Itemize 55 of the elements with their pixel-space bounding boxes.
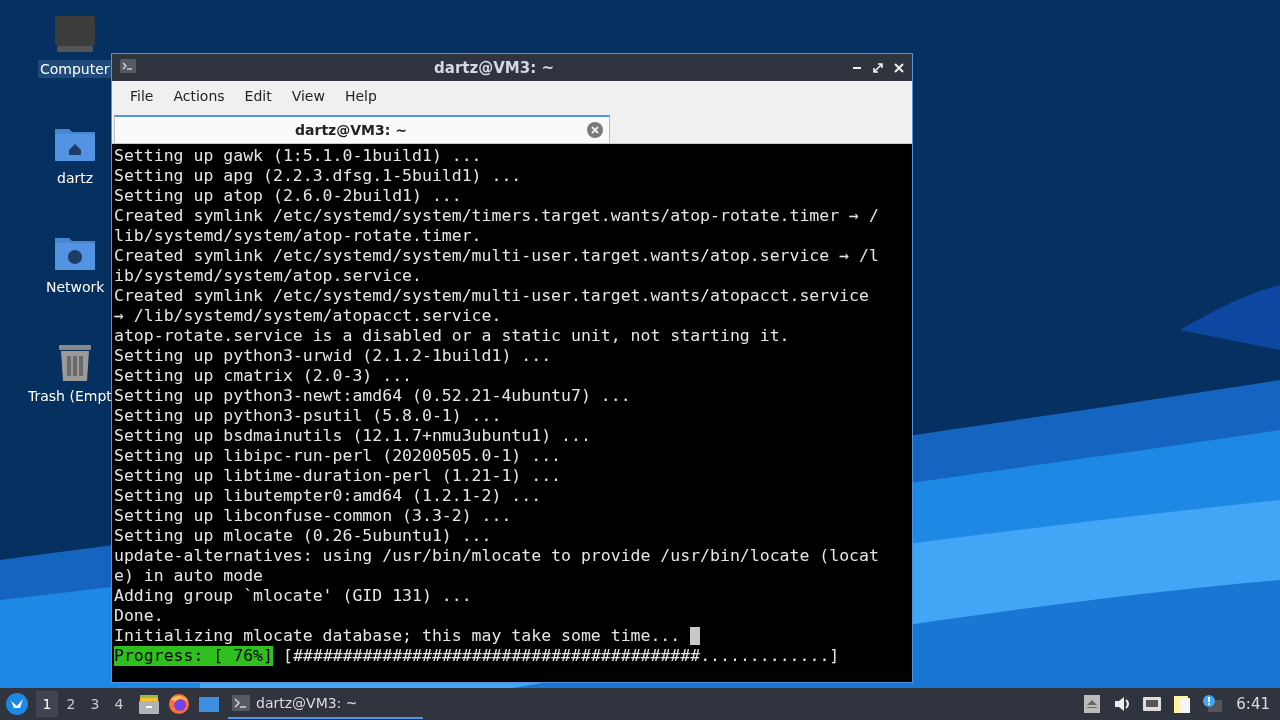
terminal-tab[interactable]: dartz@VM3: ~ <box>114 115 610 143</box>
workspace-button[interactable]: 4 <box>108 691 130 717</box>
close-icon[interactable] <box>894 62 904 73</box>
terminal-line: lib/systemd/system/atop-rotate.timer. <box>114 226 482 246</box>
file-cabinet-icon[interactable] <box>138 693 160 715</box>
terminal-line: Setting up mlocate (0.26-5ubuntu1) ... <box>114 526 492 546</box>
workspace-button[interactable]: 2 <box>60 691 82 717</box>
terminal-line: Created symlink /etc/systemd/system/multi-user.target.wants/atopacct.service <box>114 286 869 306</box>
terminal-line: Setting up libipc-run-perl (20200505.0-1) ... <box>114 446 562 466</box>
terminal-line: Setting up bsdmainutils (12.1.7+nmu3ubuntu1) ... <box>114 426 591 446</box>
terminal-icon <box>232 695 250 711</box>
eject-icon[interactable] <box>1082 694 1103 714</box>
maximize-icon[interactable] <box>873 62 883 73</box>
progress-bar-text: [#########################################.............] <box>282 646 840 666</box>
menu-item[interactable]: Edit <box>236 85 280 107</box>
notification-icon[interactable] <box>1202 694 1223 714</box>
terminal-line: Setting up atop (2.6.0-2build1) ... <box>114 186 462 206</box>
workspace-button[interactable]: 1 <box>36 691 58 717</box>
terminal-line: Setting up libutempter0:amd64 (1.2.1-2) ... <box>114 486 542 506</box>
desktop-icon-label[interactable]: Network <box>44 278 107 296</box>
terminal-line: Setting up python3-newt:amd64 (0.52.21-4ubuntu7) ... <box>114 386 631 406</box>
desktop-icon-label[interactable]: Computer <box>38 60 112 78</box>
workspace-button[interactable]: 3 <box>84 691 106 717</box>
terminal-line: Setting up cmatrix (2.0-3) ... <box>114 366 412 386</box>
progress-label: Progress: [ 76%] <box>114 646 273 666</box>
terminal-line: Created symlink /etc/systemd/system/multi-user.target.wants/atop.service → /l <box>114 246 879 266</box>
menu-item[interactable]: Actions <box>165 85 233 107</box>
menu-item[interactable]: File <box>122 85 162 107</box>
window-title: dartz@VM3: ~ <box>433 58 555 77</box>
desktop-icon-label[interactable]: dartz <box>55 169 96 187</box>
terminal-line: → /lib/systemd/system/atopacct.service. <box>114 306 502 326</box>
browser-icon[interactable] <box>168 693 190 715</box>
network-port-icon[interactable] <box>1142 694 1163 714</box>
terminal-line: Setting up libconfuse-common (3.3-2) ... <box>114 506 512 526</box>
terminal-line: Setting up libtime-duration-perl (1.21-1) ... <box>114 466 562 486</box>
terminal-line: Created symlink /etc/systemd/system/timers.target.wants/atop-rotate.timer → / <box>114 206 879 226</box>
terminal-line: Adding group `mlocate' (GID 131) ... <box>114 586 472 606</box>
terminal-line: Initializing mlocate database; this may take some time... <box>114 626 681 646</box>
taskbar-window-button[interactable]: dartz@VM3: ~ <box>228 689 423 719</box>
menu-item[interactable]: View <box>283 85 333 107</box>
clock[interactable]: 6:41 <box>1236 695 1270 713</box>
terminal-line: Setting up python3-psutil (5.8.0-1) ... <box>114 406 502 426</box>
terminal-line: ib/systemd/system/atop.service. <box>114 266 422 286</box>
terminal-line: Done. <box>114 606 164 626</box>
terminal-line: update-alternatives: using /usr/bin/mlocate to provide /usr/bin/locate (locat <box>114 546 879 566</box>
terminal-line: e) in auto mode <box>114 566 263 586</box>
menu-item[interactable]: Help <box>336 85 385 107</box>
text-cursor <box>690 627 701 645</box>
terminal-line: Setting up apg (2.2.3.dfsg.1-5build1) ... <box>114 166 522 186</box>
terminal-line: Setting up python3-urwid (2.1.2-1build1) ... <box>114 346 552 366</box>
notes-icon[interactable] <box>1172 694 1193 714</box>
tab-title: dartz@VM3: ~ <box>294 122 408 138</box>
terminal-line: atop-rotate.service is a disabled or a static unit, not starting it. <box>114 326 790 346</box>
terminal-line: Setting up gawk (1:5.1.0-1build1) ... <box>114 146 482 166</box>
desktop-icon-label[interactable]: Trash (Empt <box>26 387 114 405</box>
